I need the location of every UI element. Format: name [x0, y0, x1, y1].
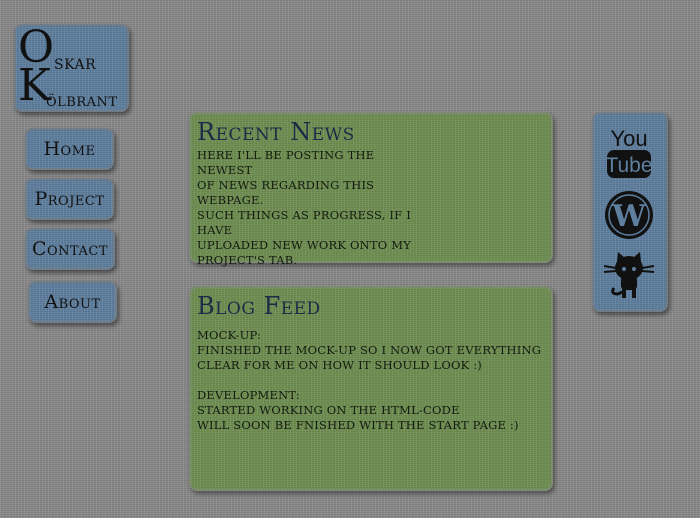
- recent-news-body: Here I'll be posting the newest of news …: [197, 148, 422, 268]
- recent-news-title: Recent News: [197, 118, 355, 146]
- blog-entry-line: Started working on the HTML-code: [197, 403, 460, 417]
- recent-news-panel: Recent News Here I'll be posting the new…: [189, 112, 553, 267]
- youtube-you-text: You: [610, 126, 647, 151]
- news-line: of news regarding this webpage.: [197, 178, 375, 207]
- nav-about-button[interactable]: About: [28, 281, 117, 323]
- nav-home-button[interactable]: Home: [25, 128, 114, 170]
- nav-project-button[interactable]: Project: [25, 178, 114, 220]
- social-links-panel: You Tube W: [592, 112, 668, 312]
- logo-last-name: ölbrant: [46, 89, 118, 111]
- youtube-tube-text: Tube: [605, 154, 652, 177]
- blog-entry-line: Finished the mock-up so I now got everyt…: [197, 343, 542, 357]
- blog-entry-heading: Mock-up:: [197, 328, 262, 342]
- blog-feed-body: Mock-up: Finished the mock-up so I now g…: [197, 328, 545, 433]
- blog-entry-heading: Development:: [197, 388, 300, 402]
- news-line: uploaded new work onto my: [197, 238, 411, 252]
- blog-entry-spacer: [197, 373, 545, 388]
- youtube-icon[interactable]: You Tube: [604, 124, 654, 180]
- wordpress-icon[interactable]: W: [604, 190, 654, 240]
- blog-feed-panel: Blog Feed Mock-up: Finished the mock-up …: [189, 286, 553, 491]
- nav-contact-button[interactable]: Contact: [25, 228, 115, 270]
- news-line: project's tab.: [197, 253, 298, 267]
- blog-feed-title: Blog Feed: [197, 292, 321, 320]
- blog-entry-line: clear for me on how it should look :): [197, 358, 482, 372]
- logo-first-name: skar: [54, 50, 97, 74]
- github-icon[interactable]: [600, 248, 658, 300]
- site-logo[interactable]: O skar K ölbrant: [14, 24, 129, 112]
- news-line: Here I'll be posting the newest: [197, 148, 375, 177]
- news-line: Such things as progress, if I have: [197, 208, 411, 237]
- blog-entry-line: will soon be fnished with the start page…: [197, 418, 519, 432]
- svg-text:W: W: [611, 199, 647, 234]
